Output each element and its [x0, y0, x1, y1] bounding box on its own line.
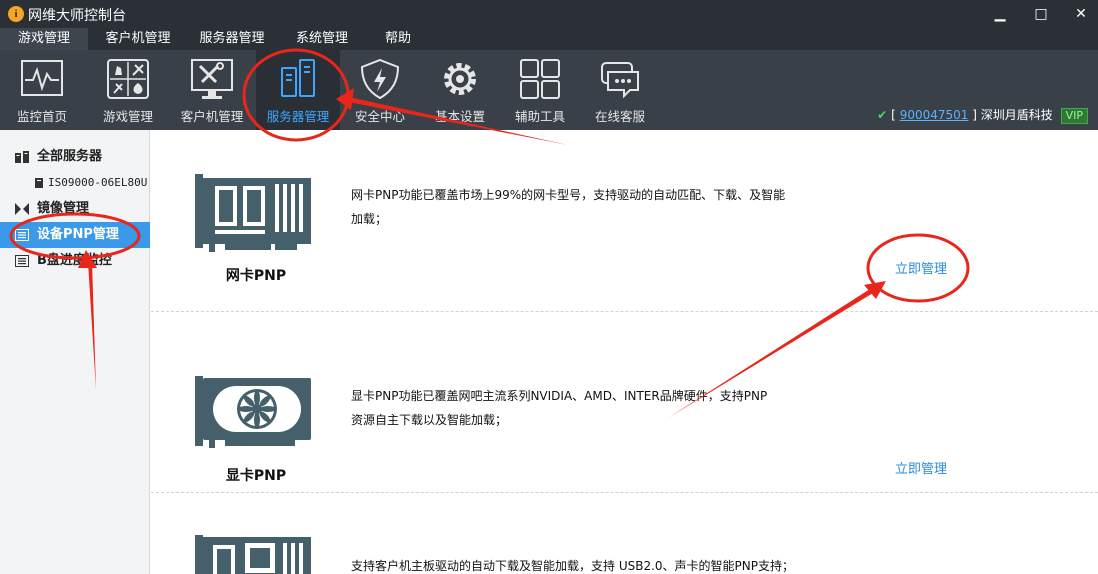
- card-description: 网卡PNP功能已覆盖市场上99%的网卡型号，支持驱动的自动匹配、下载、及智能加载…: [351, 183, 791, 231]
- server-small-icon: [35, 178, 43, 188]
- title-bar: i 网维大师控制台 ▁ □ ✕: [0, 0, 1098, 28]
- sidebar-item-server-node[interactable]: IS09000-06EL80U（: [0, 170, 158, 196]
- toolbar-auxiliary-tools[interactable]: 辅助工具: [498, 50, 582, 130]
- sidebar-item-label: 设备PNP管理: [37, 227, 119, 242]
- sidebar-item-mirror-management[interactable]: 镜像管理: [0, 196, 150, 222]
- motherboard-icon: [195, 535, 311, 574]
- main-toolbar: 监控首页 游戏管理 客户机管理 服务器管理 安全中心 基本设置 辅助工具 在线客…: [0, 50, 1098, 130]
- menu-client-management[interactable]: 客户机管理: [92, 28, 184, 50]
- close-button[interactable]: ✕: [1069, 3, 1093, 25]
- card-description-line: 资源自主下载以及智能加载；: [351, 413, 508, 427]
- card-description-line: 显卡PNP功能已覆盖网吧主流系列NVIDIA、AMD、INTER品牌硬件，支持P…: [351, 389, 768, 403]
- manage-now-link[interactable]: 立即管理: [895, 258, 947, 277]
- card-description-line: 支持客户机主板驱动的自动下载及智能加载，支持 USB2.0、声卡的智能PNP支持…: [351, 559, 794, 573]
- game-chess-icon: [107, 59, 149, 99]
- vip-badge: VIP: [1060, 108, 1088, 124]
- client-tools-icon: [191, 59, 233, 99]
- menu-system-management[interactable]: 系统管理: [280, 28, 364, 50]
- card-description-line: 网卡PNP功能已覆盖市场上99%的网卡型号，支持驱动的自动匹配、下载、及智能加载…: [351, 188, 786, 226]
- server-icon: [281, 59, 315, 97]
- grid-icon: [520, 59, 560, 99]
- device-list-icon: [15, 255, 29, 267]
- pnp-card-network: 网卡PNP 网卡PNP功能已覆盖市场上99%的网卡型号，支持驱动的自动匹配、下载…: [151, 130, 1098, 311]
- toolbar-server-management[interactable]: 服务器管理: [256, 50, 340, 130]
- sidebar-item-label: B盘进度监控: [37, 253, 112, 268]
- toolbar-label: 辅助工具: [514, 109, 565, 124]
- window-title: 网维大师控制台: [28, 8, 126, 24]
- toolbar-game-management[interactable]: 游戏管理: [86, 50, 170, 130]
- network-card-icon: [195, 174, 311, 252]
- bracket-close: ]: [972, 108, 977, 122]
- card-description: 支持客户机主板驱动的自动下载及智能加载，支持 USB2.0、声卡的智能PNP支持…: [351, 554, 871, 574]
- sidebar-item-b-disk-monitor[interactable]: B盘进度监控: [0, 248, 150, 274]
- account-status: ✔[ 900047501 ] 深圳月盾科技 VIP: [877, 106, 1088, 124]
- pnp-card-motherboard: 支持客户机主板驱动的自动下载及智能加载，支持 USB2.0、声卡的智能PNP支持…: [151, 493, 1098, 574]
- toolbar-monitor-home[interactable]: 监控首页: [0, 50, 84, 130]
- shield-bolt-icon: [360, 58, 400, 100]
- toolbar-label: 在线客服: [594, 109, 645, 124]
- menu-server-management[interactable]: 服务器管理: [186, 28, 278, 50]
- sidebar-item-label: 镜像管理: [37, 201, 90, 216]
- manage-now-link[interactable]: 立即管理: [895, 458, 947, 477]
- toolbar-client-management[interactable]: 客户机管理: [170, 50, 254, 130]
- chat-icon: [601, 62, 639, 99]
- gear-icon: [444, 63, 476, 95]
- user-id-link[interactable]: 900047501: [900, 108, 969, 122]
- check-icon: ✔: [877, 108, 888, 122]
- sidebar-item-label: IS09000-06EL80U（: [48, 176, 159, 189]
- sidebar: 全部服务器 IS09000-06EL80U（ 镜像管理 设备PNP管理 B盘进度…: [0, 130, 158, 574]
- toolbar-online-service[interactable]: 在线客服: [578, 50, 662, 130]
- menu-bar: 游戏管理 客户机管理 服务器管理 系统管理 帮助: [0, 28, 1098, 50]
- card-description: 显卡PNP功能已覆盖网吧主流系列NVIDIA、AMD、INTER品牌硬件，支持P…: [351, 384, 791, 432]
- server-icon: [15, 151, 29, 163]
- bracket-open: [: [891, 108, 896, 122]
- menu-game-management[interactable]: 游戏管理: [0, 28, 88, 50]
- toolbar-security-center[interactable]: 安全中心: [338, 50, 422, 130]
- toolbar-label: 安全中心: [354, 109, 405, 124]
- mirror-icon: [15, 203, 29, 215]
- main-content: 网卡PNP 网卡PNP功能已覆盖市场上99%的网卡型号，支持驱动的自动匹配、下载…: [151, 130, 1098, 574]
- card-title: 网卡PNP: [225, 268, 287, 284]
- sidebar-item-device-pnp[interactable]: 设备PNP管理: [0, 222, 150, 248]
- toolbar-label: 基本设置: [434, 109, 485, 124]
- graphics-card-icon: [195, 376, 311, 448]
- monitor-chart-icon: [21, 60, 63, 96]
- sidebar-item-all-servers[interactable]: 全部服务器: [0, 144, 150, 170]
- toolbar-label: 服务器管理: [266, 109, 330, 124]
- menu-help[interactable]: 帮助: [370, 28, 426, 50]
- toolbar-label: 监控首页: [16, 109, 67, 124]
- toolbar-label: 游戏管理: [102, 109, 153, 124]
- device-list-icon: [15, 229, 29, 241]
- minimize-button[interactable]: ▁: [988, 3, 1012, 25]
- company-name: 深圳月盾科技: [980, 108, 1053, 122]
- app-logo-icon: i: [8, 6, 24, 22]
- toolbar-label: 客户机管理: [180, 109, 244, 124]
- card-title: 显卡PNP: [225, 468, 287, 484]
- sidebar-item-label: 全部服务器: [37, 149, 103, 164]
- pnp-card-graphics: 显卡PNP 显卡PNP功能已覆盖网吧主流系列NVIDIA、AMD、INTER品牌…: [151, 312, 1098, 492]
- toolbar-basic-settings[interactable]: 基本设置: [418, 50, 502, 130]
- maximize-button[interactable]: □: [1029, 3, 1053, 25]
